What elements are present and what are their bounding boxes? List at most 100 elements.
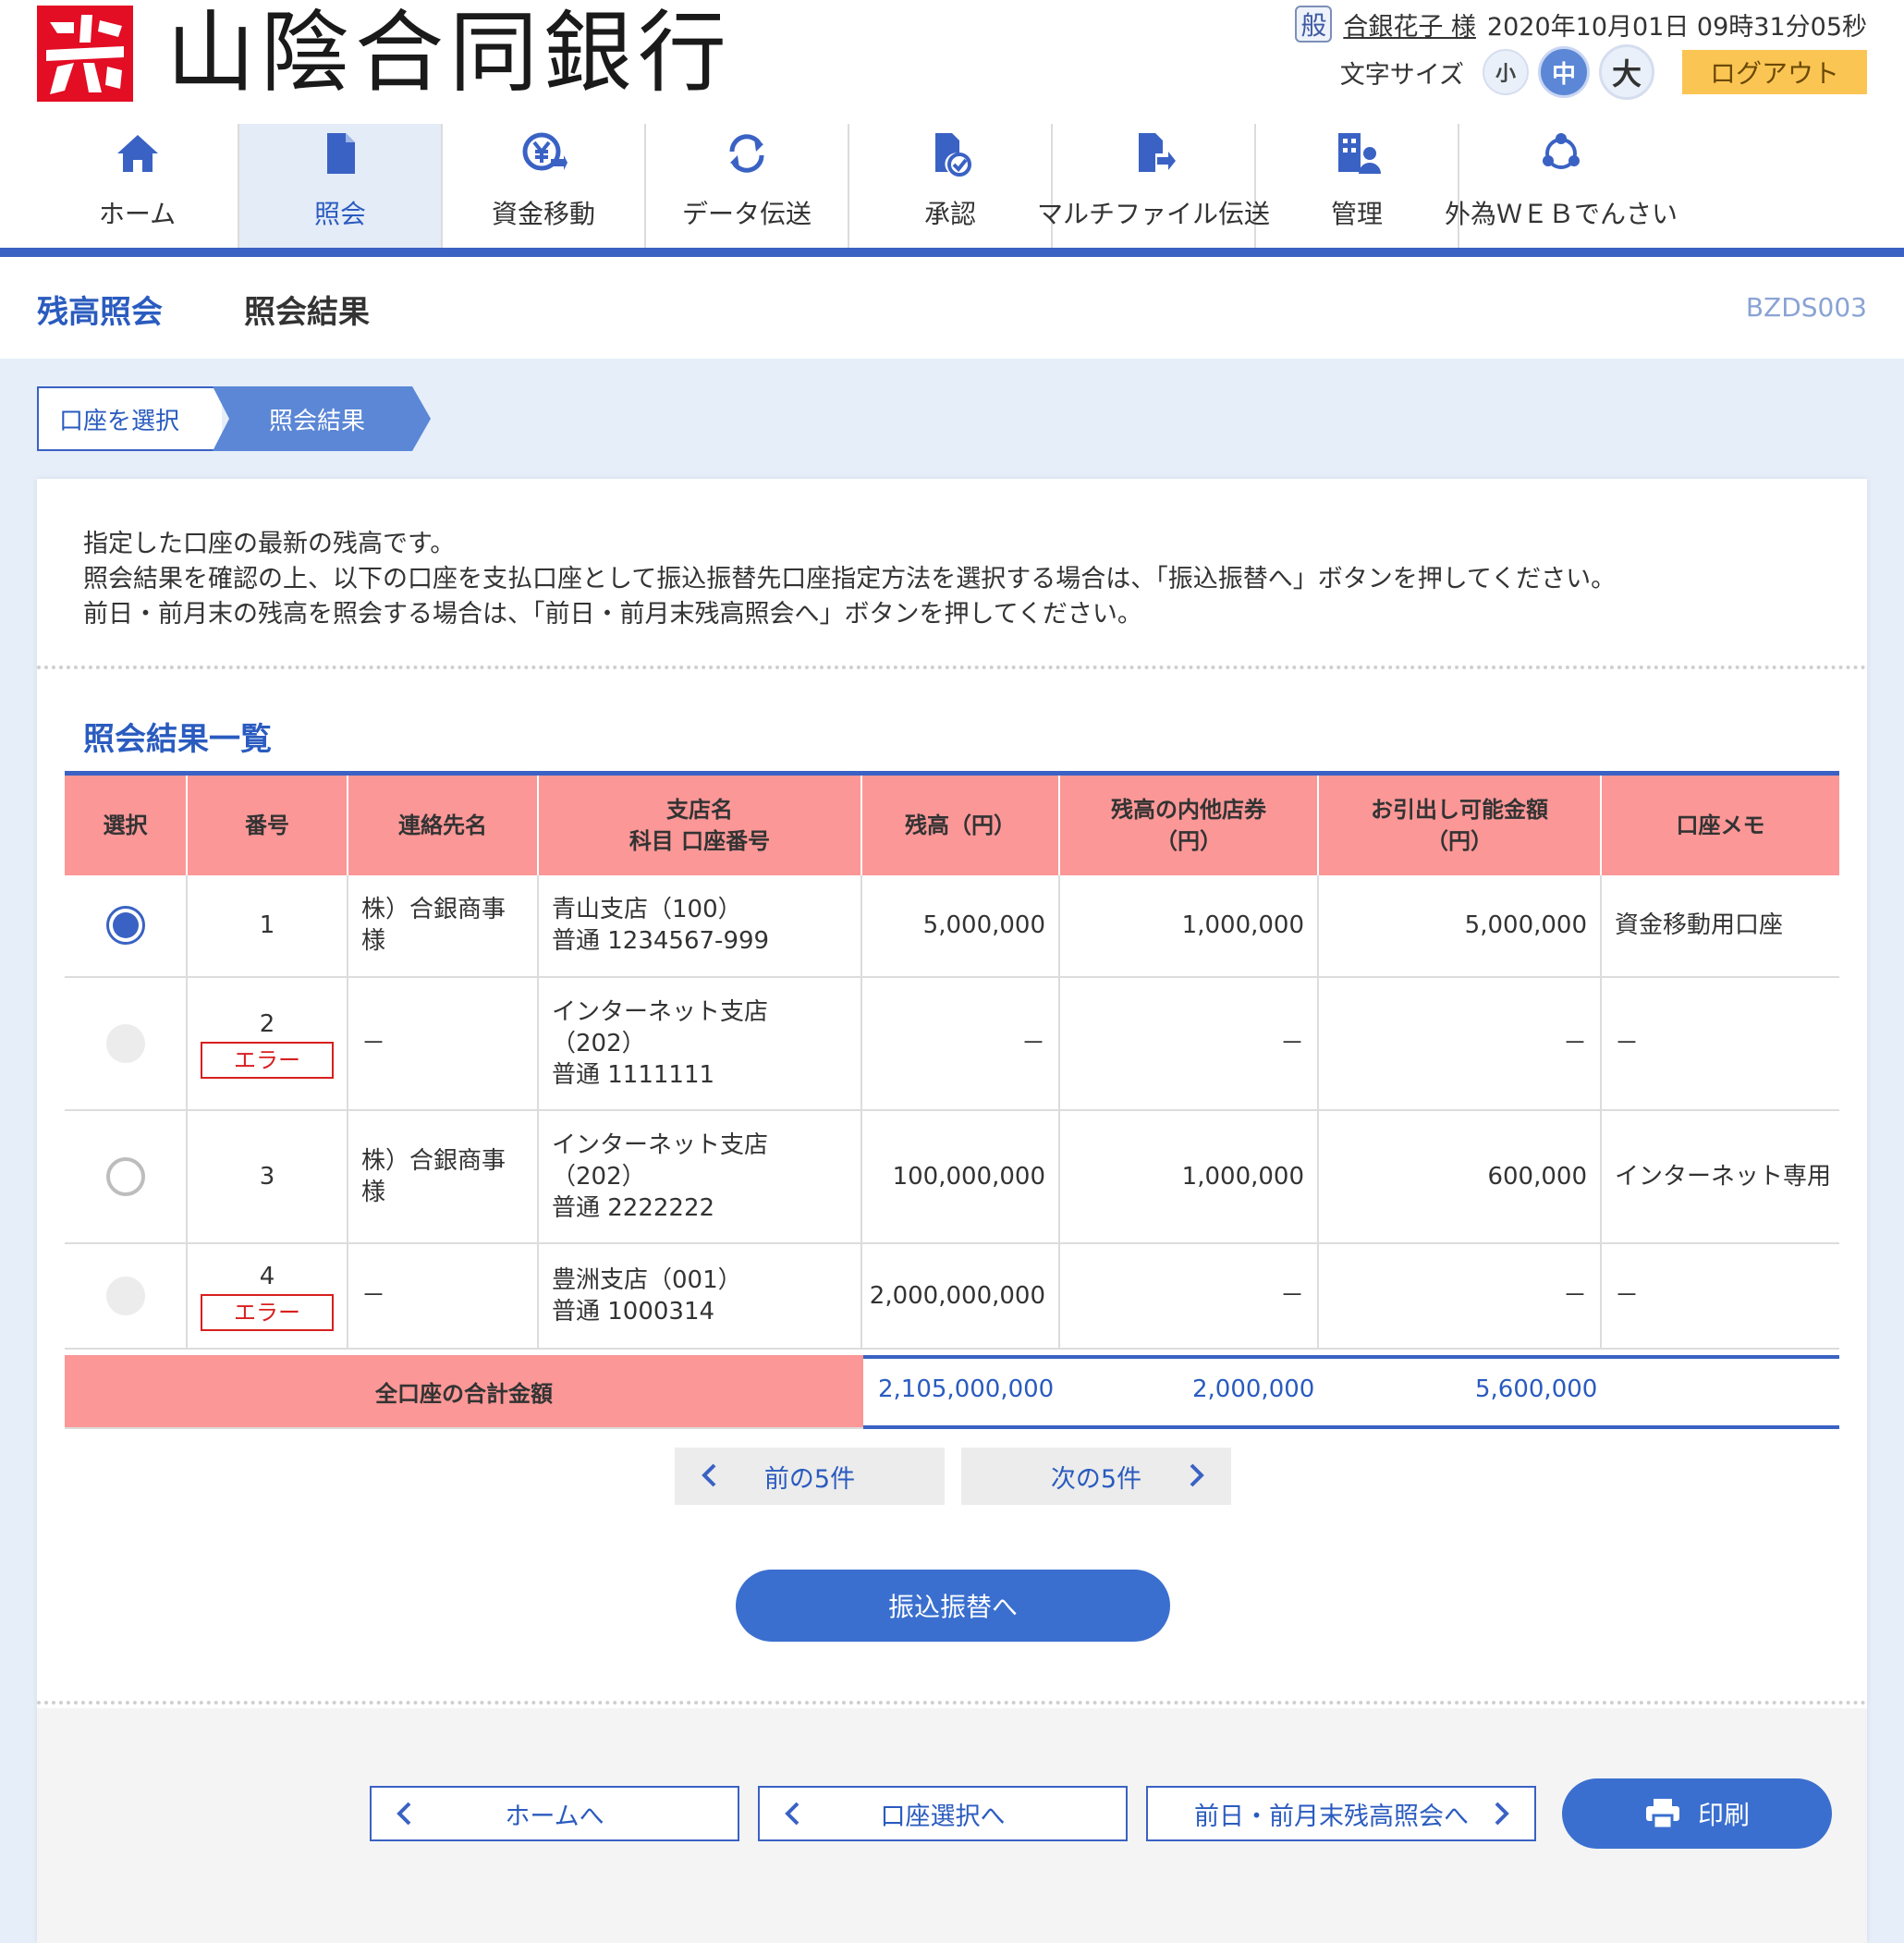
print-button[interactable]: 印刷 xyxy=(1562,1778,1832,1849)
row-branch-line1: 青山支店（100） xyxy=(552,896,742,923)
table-row: 1 株）合銀商事様 青山支店（100） 普通 1234567-999 5,000,… xyxy=(65,874,1839,978)
font-size-label: 文字サイズ xyxy=(1339,60,1464,90)
font-size-large-button[interactable]: 大 xyxy=(1599,44,1654,100)
page-title: 残高照会 xyxy=(37,294,163,331)
font-size-small-button[interactable]: 小 xyxy=(1483,49,1529,95)
logout-button[interactable]: ログアウト xyxy=(1682,50,1867,94)
error-badge: エラー xyxy=(201,1041,334,1079)
row-number-value: 4 xyxy=(259,1262,275,1290)
row-available: 600,000 xyxy=(1317,1109,1602,1244)
next-page-button[interactable]: 次の5件 xyxy=(961,1448,1231,1505)
col-other-line1: 残高の内他店券 xyxy=(1111,796,1266,823)
row-other-check: － xyxy=(1058,1242,1319,1350)
login-datetime: 2020年10月01日 09時31分05秒 xyxy=(1486,12,1867,42)
nav-item-data-transfer[interactable]: データ伝送 xyxy=(646,124,849,248)
nav-label-fx-web: 外為ＷＥＢ でんさい xyxy=(1445,187,1678,242)
nav-label-multi-file: マルチファイル 伝送 xyxy=(1037,187,1270,242)
row-other-check: 1,000,000 xyxy=(1058,1109,1319,1244)
bank-logo-icon[interactable] xyxy=(37,6,133,102)
account-radio-unselected[interactable] xyxy=(105,1156,145,1196)
description-line: 指定した口座の最新の残高です。 xyxy=(83,530,456,558)
row-branch: 豊洲支店（001） 普通 1000314 xyxy=(537,1242,862,1350)
nav-item-home[interactable]: ホーム xyxy=(37,124,239,248)
global-nav: ホーム 照会 資金移動 データ伝送 承認 マルチファイル 伝送 管理 外為ＷＥＢ… xyxy=(37,124,1678,248)
description-line: 前日・前月末の残高を照会する場合は、「前日・前月末残高照会へ」ボタンを押してくだ… xyxy=(83,600,1142,629)
content-card: 指定した口座の最新の残高です。 照会結果を確認の上、以下の口座を支払口座として振… xyxy=(37,479,1867,1943)
nav-item-management[interactable]: 管理 xyxy=(1256,124,1459,248)
row-branch: 青山支店（100） 普通 1234567-999 xyxy=(537,874,862,978)
home-icon xyxy=(116,135,158,172)
nav-label-multi-file-line1: マルチファイル xyxy=(1036,199,1218,229)
transfer-button[interactable]: 振込振替へ xyxy=(736,1570,1170,1642)
total-other-check: 2,000,000 xyxy=(1192,1375,1315,1403)
account-radio-disabled xyxy=(105,1276,145,1315)
row-contact-line2: 様 xyxy=(361,1178,386,1206)
nav-label-fx-web-line2: でんさい xyxy=(1574,199,1678,229)
screen-id: BZDS003 xyxy=(1745,292,1867,323)
chevron-left-icon xyxy=(702,1463,716,1487)
col-other-check: 残高の内他店券 （円） xyxy=(1058,773,1318,875)
document-icon xyxy=(327,133,355,174)
row-branch-line2: 普通 1000314 xyxy=(552,1297,715,1326)
row-branch-line3: 普通 1111111 xyxy=(552,1060,715,1089)
step-select-account: 口座を選択 xyxy=(37,386,222,451)
row-branch-line2: （202） xyxy=(552,1162,646,1191)
nav-item-inquiry[interactable]: 照会 xyxy=(239,124,443,248)
bank-name: 山陰合同銀行 xyxy=(166,1,732,104)
step-result: 照会結果 xyxy=(213,386,431,451)
user-name-link[interactable]: 合銀花子 様 xyxy=(1343,6,1476,43)
nav-label-home: ホーム xyxy=(98,199,177,229)
account-radio-selected[interactable] xyxy=(105,906,145,945)
nav-item-approval[interactable]: 承認 xyxy=(849,124,1053,248)
nav-label-management: 管理 xyxy=(1330,199,1383,229)
home-button[interactable]: ホームへ xyxy=(370,1786,739,1841)
nav-item-fund-transfer[interactable]: 資金移動 xyxy=(443,124,646,248)
col-branch-line2: 科目 口座番号 xyxy=(629,827,771,854)
row-contact: 株）合銀商事様 xyxy=(347,1109,539,1244)
page-subtitle: 照会結果 xyxy=(244,294,370,331)
yen-transfer-icon xyxy=(522,132,568,171)
row-other-check: － xyxy=(1058,976,1319,1111)
row-contact: － xyxy=(347,976,539,1111)
network-icon xyxy=(1543,133,1580,169)
sync-icon xyxy=(729,134,764,173)
row-contact-line1: 株）合銀商事 xyxy=(361,896,507,923)
row-number: 3 xyxy=(186,1109,348,1244)
font-size-medium-button[interactable]: 中 xyxy=(1538,46,1590,98)
printer-icon xyxy=(1645,1799,1679,1830)
chevron-left-icon xyxy=(397,1802,411,1826)
chevron-right-icon xyxy=(1190,1463,1204,1487)
home-button-label: ホームへ xyxy=(505,1802,604,1831)
col-other-line2: （円） xyxy=(1155,827,1222,854)
row-contact-line1: 株）合銀商事 xyxy=(361,1146,507,1175)
row-branch-line1: インターネット支店 xyxy=(552,997,769,1026)
user-type-badge: 般 xyxy=(1295,6,1333,43)
nav-item-fx-web[interactable]: 外為ＷＥＢ でんさい xyxy=(1445,124,1678,248)
total-label: 全口座の合計金額 xyxy=(65,1355,863,1429)
prev-page-button[interactable]: 前の5件 xyxy=(675,1448,945,1505)
table-row: 4 エラー － 豊洲支店（001） 普通 1000314 2,000,000,000… xyxy=(65,1242,1839,1350)
row-branch-line1: 豊洲支店（001） xyxy=(552,1265,742,1294)
next-page-label: 次の5件 xyxy=(1050,1464,1142,1494)
account-select-button[interactable]: 口座選択へ xyxy=(758,1786,1128,1841)
account-radio-disabled xyxy=(105,1023,145,1063)
nav-label-fx-web-line1: 外為ＷＥＢ xyxy=(1444,199,1574,229)
row-memo: － xyxy=(1600,976,1839,1111)
row-memo: 資金移動用口座 xyxy=(1600,874,1839,978)
col-branch: 支店名 科目 口座番号 xyxy=(537,773,861,875)
row-other-check: 1,000,000 xyxy=(1058,874,1319,978)
print-label: 印刷 xyxy=(1697,1800,1750,1830)
row-contact: 株）合銀商事様 xyxy=(347,874,539,978)
result-table: 選択 番号 連絡先名 支店名 科目 口座番号 残高（円） 残高の内他店券 （円） お… xyxy=(65,771,1839,1350)
row-available: － xyxy=(1317,1242,1602,1350)
row-contact-line2: 様 xyxy=(361,927,386,955)
prev-page-label: 前の5件 xyxy=(763,1464,856,1494)
nav-item-multi-file[interactable]: マルチファイル 伝送 xyxy=(1037,124,1270,248)
file-upload-icon xyxy=(1139,133,1176,172)
description: 指定した口座の最新の残高です。 照会結果を確認の上、以下の口座を支払口座として振… xyxy=(83,527,1616,632)
previous-balance-button[interactable]: 前日・前月末残高照会へ xyxy=(1146,1786,1536,1841)
row-memo: － xyxy=(1600,1242,1839,1350)
row-branch-line2: 普通 1234567-999 xyxy=(552,927,770,955)
divider xyxy=(37,1701,1867,1705)
step-result-label: 照会結果 xyxy=(268,407,365,435)
